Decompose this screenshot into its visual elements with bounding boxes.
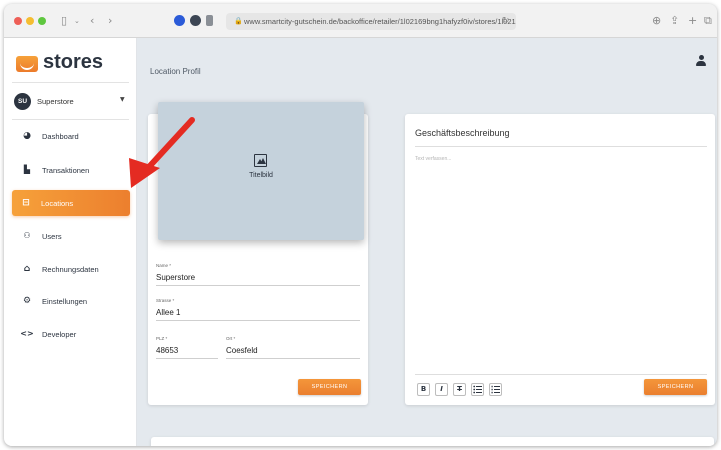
- speedometer-icon: ◕: [23, 131, 31, 141]
- browser-window: ▯ ⌄ ‹ › 🔒 www.smartcity-gutschein.de/bac…: [4, 4, 717, 446]
- name-field-underline: [156, 285, 360, 286]
- chevron-down-icon[interactable]: ⌄: [74, 13, 80, 29]
- city-field-label: Ort *: [226, 336, 236, 341]
- editor-toolbar-divider: [415, 374, 707, 375]
- sidebar-divider: [12, 119, 129, 120]
- sidebar-item-label: Rechnungsdaten: [42, 265, 99, 274]
- download-icon[interactable]: ⊕: [652, 13, 661, 29]
- sidebar-item-developer[interactable]: <> Developer: [13, 322, 130, 346]
- close-window-button[interactable]: [14, 17, 22, 25]
- strikethrough-button[interactable]: T: [453, 383, 466, 396]
- sidebar-item-label: Users: [42, 232, 62, 241]
- store-name: Superstore: [37, 97, 74, 106]
- cover-image-label: Titelbild: [249, 172, 273, 179]
- next-section-card: [151, 437, 714, 446]
- image-icon: [254, 154, 267, 167]
- zip-field[interactable]: 48653: [156, 346, 178, 355]
- bold-button[interactable]: B: [417, 383, 430, 396]
- new-tab-icon[interactable]: +: [688, 13, 697, 29]
- lock-icon: 🔒: [234, 17, 243, 25]
- store-selector[interactable]: SU Superstore ▼: [12, 89, 129, 113]
- shield-icon[interactable]: [206, 15, 213, 26]
- browser-toolbar: ▯ ⌄ ‹ › 🔒 www.smartcity-gutschein.de/bac…: [4, 4, 717, 38]
- description-title: Geschäftsbeschreibung: [415, 128, 510, 138]
- save-description-button[interactable]: SPEICHERN: [644, 379, 707, 395]
- storefront-icon: ⊟: [22, 198, 30, 208]
- forward-icon[interactable]: ›: [108, 13, 112, 29]
- avatar: SU: [14, 93, 31, 110]
- logo-text: stores: [43, 51, 104, 73]
- bullet-list-icon: [473, 385, 482, 394]
- gears-icon: ⚙: [22, 296, 32, 306]
- zoom-window-button[interactable]: [38, 17, 46, 25]
- extension-1-icon[interactable]: [174, 15, 185, 26]
- zip-field-label: PLZ *: [156, 336, 168, 341]
- street-field-label: Strasse *: [156, 298, 175, 303]
- sidebar-item-label: Dashboard: [42, 132, 79, 141]
- cover-image-upload[interactable]: Titelbild: [158, 102, 364, 240]
- sidebar-item-label: Transaktionen: [42, 166, 90, 175]
- share-icon[interactable]: ⇪: [670, 13, 679, 29]
- sidebar-item-users[interactable]: ⚇ Users: [13, 224, 130, 248]
- tabs-icon[interactable]: ⧉: [704, 13, 712, 29]
- sidebar-item-einstellungen[interactable]: ⚙ Einstellungen: [13, 289, 130, 313]
- url-text: www.smartcity-gutschein.de/backoffice/re…: [244, 17, 516, 26]
- sidebar-item-label: Einstellungen: [42, 297, 88, 306]
- numbered-list-icon: [491, 385, 500, 394]
- name-field[interactable]: Superstore: [156, 273, 195, 282]
- name-field-label: Name *: [156, 263, 172, 268]
- city-field[interactable]: Coesfeld: [226, 346, 258, 355]
- sidebar-item-transaktionen[interactable]: ▙ Transaktionen: [13, 158, 130, 182]
- bar-chart-icon: ▙: [23, 165, 31, 174]
- sidebar-divider: [12, 82, 129, 83]
- minimize-window-button[interactable]: [26, 17, 34, 25]
- logo-mark-icon: [16, 56, 38, 72]
- city-field-underline: [226, 358, 360, 359]
- description-card: [405, 114, 715, 405]
- description-editor[interactable]: Text verfassen...: [415, 156, 451, 162]
- code-icon: <>: [20, 329, 34, 338]
- sidebar-item-label: Developer: [42, 330, 77, 339]
- dropdown-caret-icon: ▼: [120, 96, 125, 103]
- zip-field-underline: [156, 358, 218, 359]
- address-bar[interactable]: 🔒 www.smartcity-gutschein.de/backoffice/…: [226, 13, 516, 30]
- sidebar-item-label: Locations: [41, 199, 74, 208]
- sidebar-item-locations[interactable]: ⊟ Locations: [12, 190, 130, 216]
- bullet-list-button[interactable]: [471, 383, 484, 396]
- sidebar-item-dashboard[interactable]: ◕ Dashboard: [13, 124, 130, 148]
- numbered-list-button[interactable]: [489, 383, 502, 396]
- italic-button[interactable]: I: [435, 383, 448, 396]
- page-title: Location Profil: [150, 67, 201, 76]
- extension-2-icon[interactable]: [190, 15, 201, 26]
- users-icon: ⚇: [23, 231, 31, 240]
- bank-icon: ⌂: [23, 264, 31, 274]
- user-account-icon[interactable]: [696, 55, 706, 67]
- save-location-button[interactable]: SPEICHERN: [298, 379, 361, 395]
- sidebar-item-rechnungsdaten[interactable]: ⌂ Rechnungsdaten: [13, 257, 130, 281]
- street-field[interactable]: Allee 1: [156, 308, 180, 317]
- sidebar-toggle-icon[interactable]: ▯: [61, 13, 67, 29]
- reload-icon[interactable]: ↻: [502, 13, 510, 29]
- back-icon[interactable]: ‹: [90, 13, 94, 29]
- street-field-underline: [156, 320, 360, 321]
- sidebar: stores SU Superstore ▼ ◕ Dashboard ▙ Tra…: [4, 38, 137, 446]
- description-divider: [415, 146, 707, 147]
